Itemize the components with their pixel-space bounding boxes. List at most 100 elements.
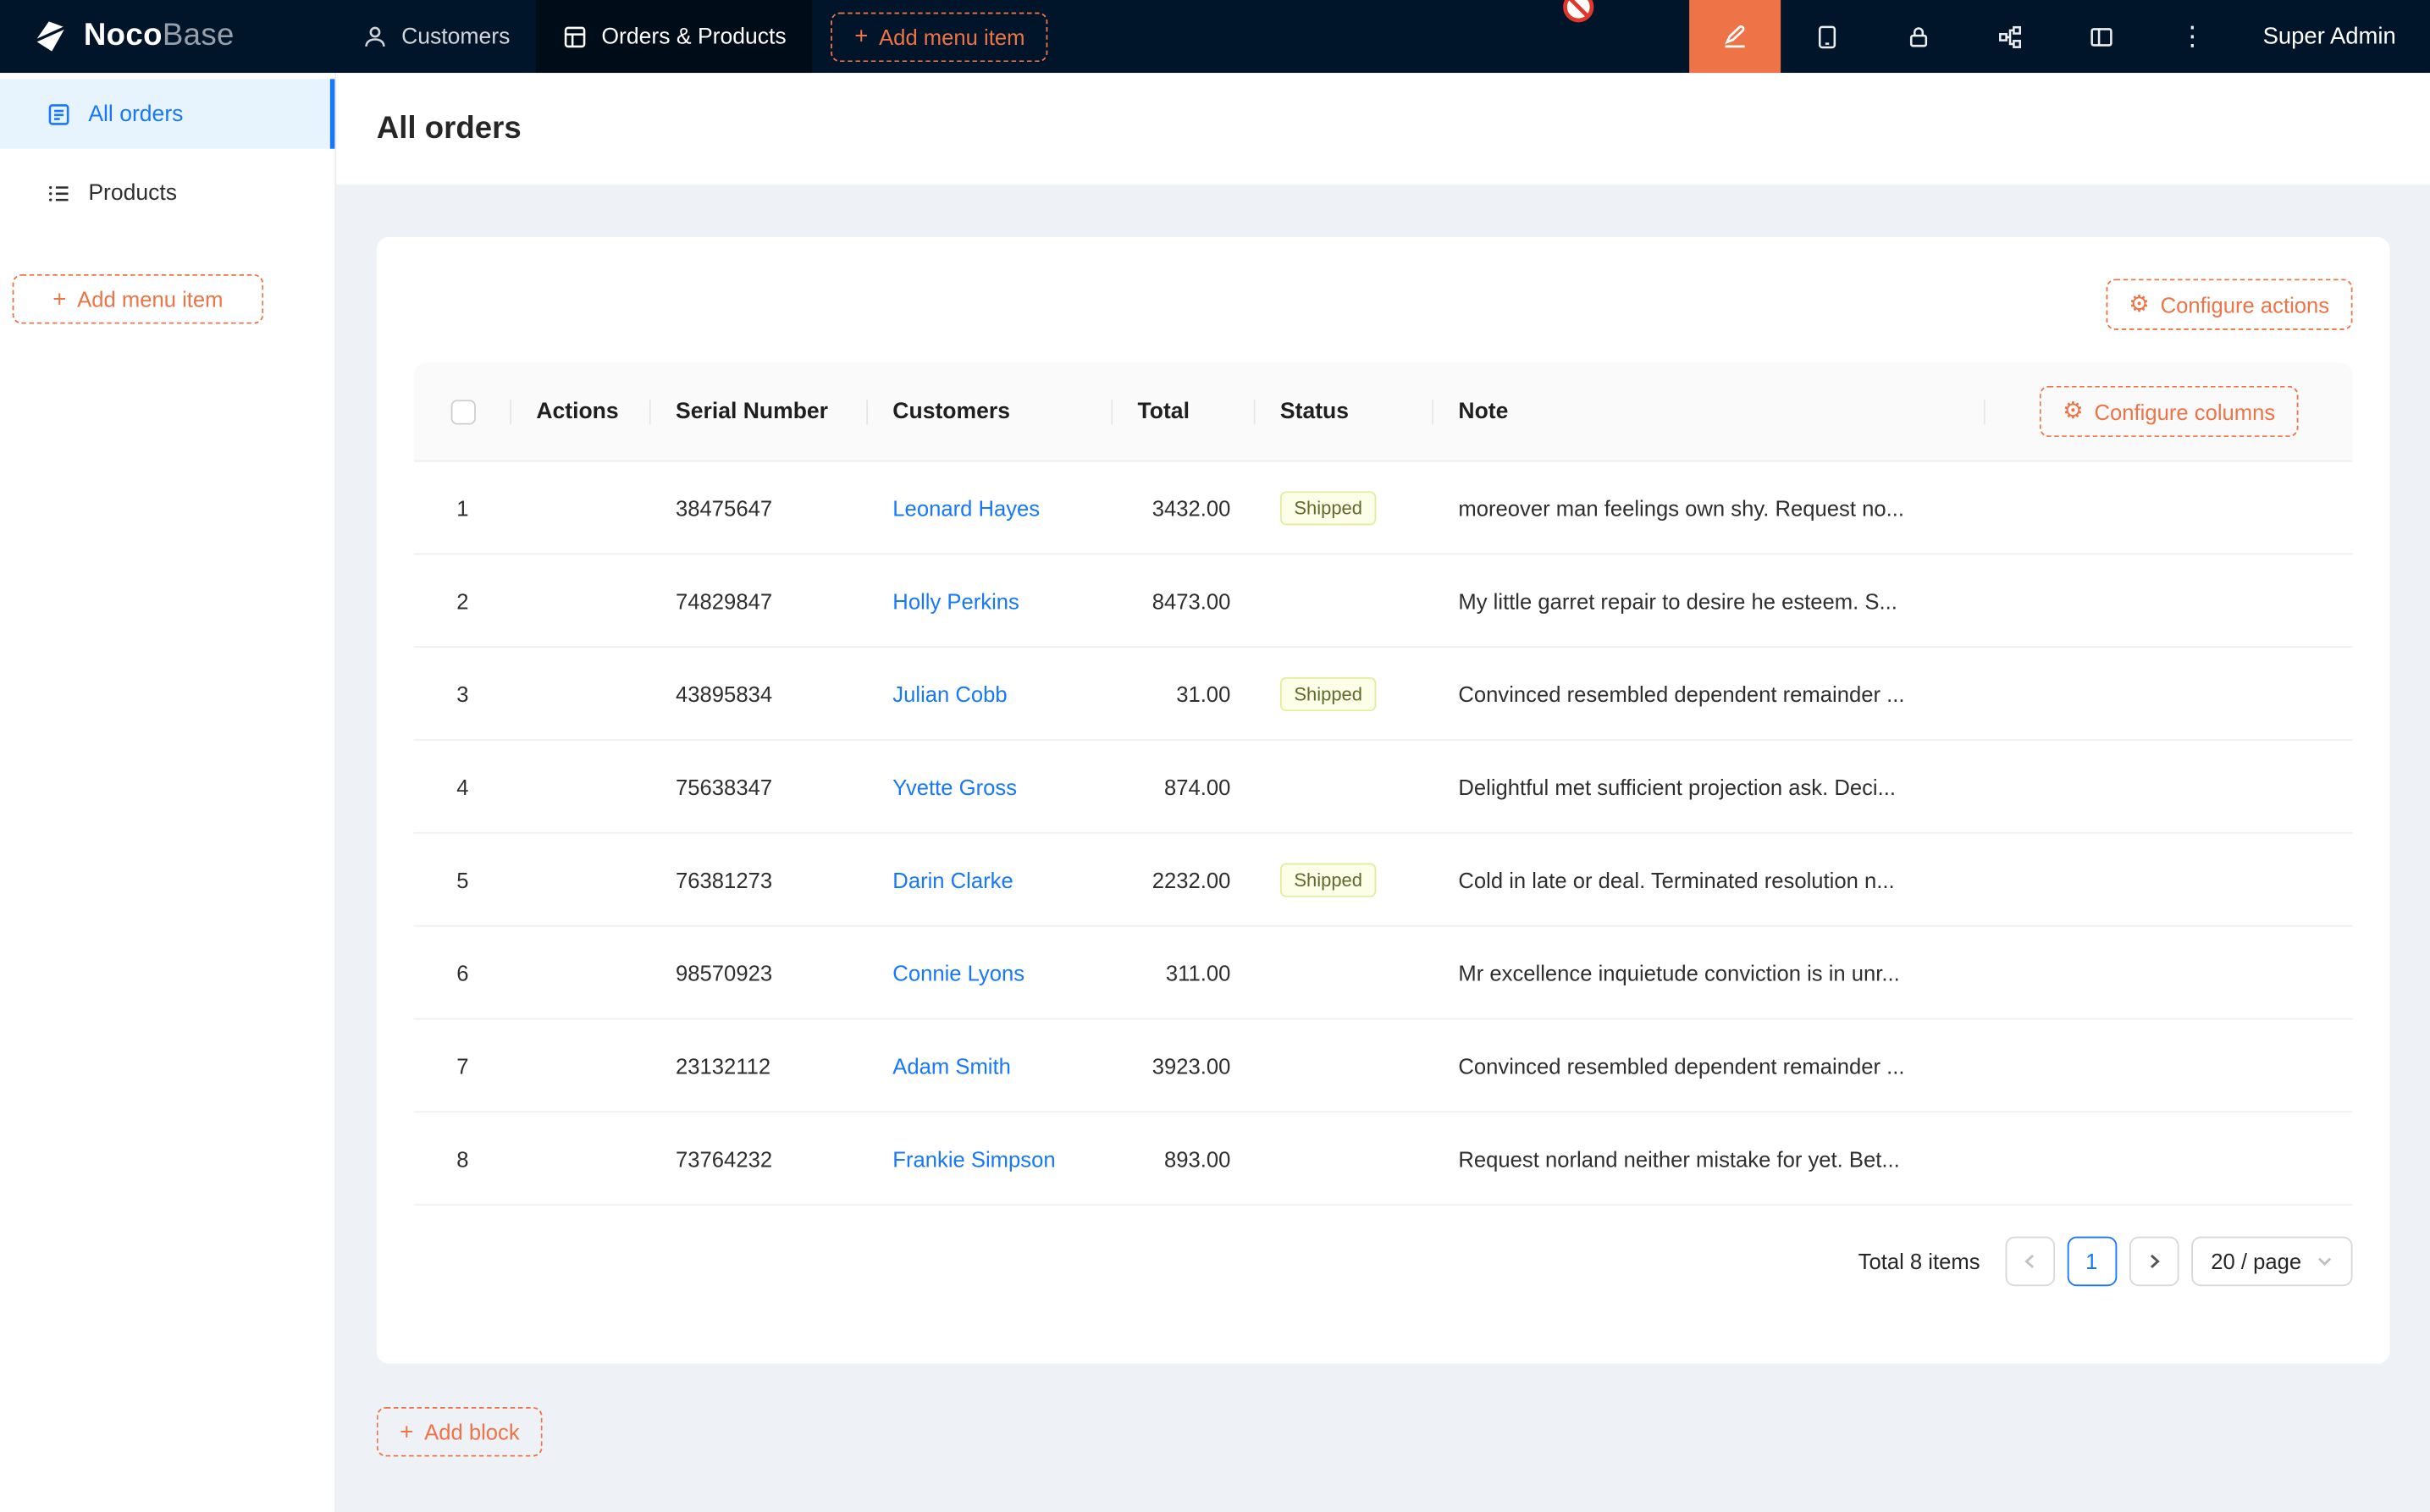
table-row: 3 43895834 Julian Cobb 31.00 Shipped Con… — [414, 648, 2353, 741]
note-cell: My little garret repair to desire he est… — [1433, 588, 1985, 613]
sidebar-item-label: Products — [88, 180, 177, 205]
menu-item-customers[interactable]: Customers — [336, 0, 536, 73]
menu-item-label: Customers — [401, 24, 510, 48]
total-cell: 874.00 — [1113, 774, 1255, 798]
customer-link[interactable]: Adam Smith — [892, 1053, 1011, 1078]
api-button[interactable] — [1963, 0, 2055, 73]
column-header-total: Total — [1113, 399, 1255, 423]
row-index: 3 — [414, 681, 511, 705]
customer-link[interactable]: Yvette Gross — [892, 774, 1017, 798]
serial-cell: 75638347 — [651, 774, 868, 798]
configure-columns-button[interactable]: ⚙ Configure columns — [2040, 386, 2299, 437]
table-actions-bar: ⚙ Configure actions — [414, 279, 2353, 329]
more-options-button[interactable]: ⋮ — [2146, 0, 2238, 73]
plus-icon: + — [400, 1421, 413, 1443]
nocobase-logo[interactable]: NocoBase — [0, 0, 336, 73]
total-cell: 311.00 — [1113, 960, 1255, 985]
sidebar-item-all-orders[interactable]: All orders — [0, 79, 334, 148]
gear-icon: ⚙ — [2063, 400, 2084, 422]
customer-link[interactable]: Leonard Hayes — [892, 495, 1040, 520]
note-cell: Request norland neither mistake for yet.… — [1433, 1146, 1985, 1171]
pagination: Total 8 items 1 20 / page — [414, 1237, 2353, 1287]
customer-link[interactable]: Holly Perkins — [892, 588, 1019, 613]
sidebar-add-menu-item-button[interactable]: + Add menu item — [13, 274, 264, 324]
tablet-icon — [1814, 24, 1839, 48]
page-1-button[interactable]: 1 — [2067, 1237, 2117, 1287]
table-doc-icon — [563, 24, 588, 48]
row-index: 8 — [414, 1146, 511, 1171]
ellipsis-vertical-icon: ⋮ — [2179, 23, 2206, 49]
sidebar-item-label: All orders — [88, 102, 183, 126]
serial-cell: 43895834 — [651, 681, 868, 705]
lock-icon — [1906, 24, 1930, 48]
column-header-actions: Actions — [511, 399, 651, 423]
row-index: 7 — [414, 1053, 511, 1078]
sidebar-item-products[interactable]: Products — [0, 158, 334, 228]
customer-link[interactable]: Julian Cobb — [892, 681, 1007, 705]
serial-cell: 23132112 — [651, 1053, 868, 1078]
configure-actions-button[interactable]: ⚙ Configure actions — [2106, 279, 2353, 329]
serial-cell: 98570923 — [651, 960, 868, 985]
top-navbar: NocoBase Customers Orders & Products + A… — [0, 0, 2430, 73]
nocobase-logo-icon — [31, 17, 70, 56]
logo-text: NocoBase — [84, 19, 235, 54]
orders-form-icon — [47, 102, 71, 126]
configure-columns-cell: ⚙ Configure columns — [1985, 386, 2353, 437]
table-row: 6 98570923 Connie Lyons 311.00 Mr excell… — [414, 927, 2353, 1020]
total-cell: 8473.00 — [1113, 588, 1255, 613]
prev-page-button[interactable] — [2005, 1237, 2055, 1287]
total-cell: 31.00 — [1113, 681, 1255, 705]
row-index: 6 — [414, 960, 511, 985]
serial-cell: 73764232 — [651, 1146, 868, 1171]
current-user-menu[interactable]: Super Admin — [2238, 0, 2430, 73]
plus-icon: + — [52, 288, 66, 311]
navbar-right-tools: ⋮ Super Admin — [1689, 0, 2430, 73]
main-menu: Customers Orders & Products + Add menu i… — [336, 0, 1048, 73]
note-cell: Mr excellence inquietude conviction is i… — [1433, 960, 1985, 985]
chevron-right-icon — [2146, 1254, 2161, 1269]
body-area: All orders Products + Add menu item All … — [0, 73, 2430, 1512]
plus-icon: + — [854, 25, 868, 47]
not-allowed-cursor-icon — [1560, 0, 1596, 25]
user-icon — [362, 24, 387, 48]
column-header-note: Note — [1433, 399, 1985, 423]
note-cell: Convinced resembled dependent remainder … — [1433, 681, 1985, 705]
table-header-row: Actions Serial Number Customers Total St… — [414, 362, 2353, 461]
select-all-checkbox[interactable] — [450, 399, 475, 423]
page-title: All orders — [377, 111, 522, 146]
mobile-preview-button[interactable] — [1781, 0, 1872, 73]
layout-button[interactable] — [2055, 0, 2146, 73]
partition-nodes-icon — [1997, 24, 2022, 48]
column-header-serial-number: Serial Number — [651, 399, 868, 423]
note-cell: Delightful met sufficient projection ask… — [1433, 774, 1985, 798]
customer-link[interactable]: Connie Lyons — [892, 960, 1024, 985]
menu-item-orders-products[interactable]: Orders & Products — [537, 0, 813, 73]
add-block-button[interactable]: + Add block — [377, 1407, 543, 1457]
table-row: 2 74829847 Holly Perkins 8473.00 My litt… — [414, 555, 2353, 648]
row-index: 4 — [414, 774, 511, 798]
navbar-add-menu-item-button[interactable]: + Add menu item — [831, 12, 1048, 62]
ui-editor-button[interactable] — [1689, 0, 1781, 73]
column-header-status: Status — [1256, 399, 1433, 423]
total-cell: 893.00 — [1113, 1146, 1255, 1171]
customer-link[interactable]: Frankie Simpson — [892, 1146, 1055, 1171]
highlighter-pen-icon — [1722, 23, 1748, 49]
serial-cell: 76381273 — [651, 867, 868, 891]
select-all-cell — [414, 399, 511, 423]
page-content: ⚙ Configure actions Actions Serial Numbe… — [336, 185, 2430, 1457]
column-header-customers: Customers — [868, 399, 1113, 423]
next-page-button[interactable] — [2129, 1237, 2179, 1287]
row-index: 2 — [414, 588, 511, 613]
page-size-select[interactable]: 20 / page — [2190, 1237, 2352, 1287]
sidebar: All orders Products + Add menu item — [0, 73, 336, 1512]
gear-icon: ⚙ — [2129, 293, 2150, 316]
page-size-value: 20 / page — [2211, 1249, 2301, 1273]
customer-link[interactable]: Darin Clarke — [892, 867, 1013, 891]
note-cell: Convinced resembled dependent remainder … — [1433, 1053, 1985, 1078]
row-index: 1 — [414, 495, 511, 520]
table-row: 5 76381273 Darin Clarke 2232.00 Shipped … — [414, 834, 2353, 927]
list-icon — [47, 180, 71, 205]
chevron-left-icon — [2022, 1254, 2037, 1269]
total-cell: 3432.00 — [1113, 495, 1255, 520]
permissions-button[interactable] — [1872, 0, 1963, 73]
